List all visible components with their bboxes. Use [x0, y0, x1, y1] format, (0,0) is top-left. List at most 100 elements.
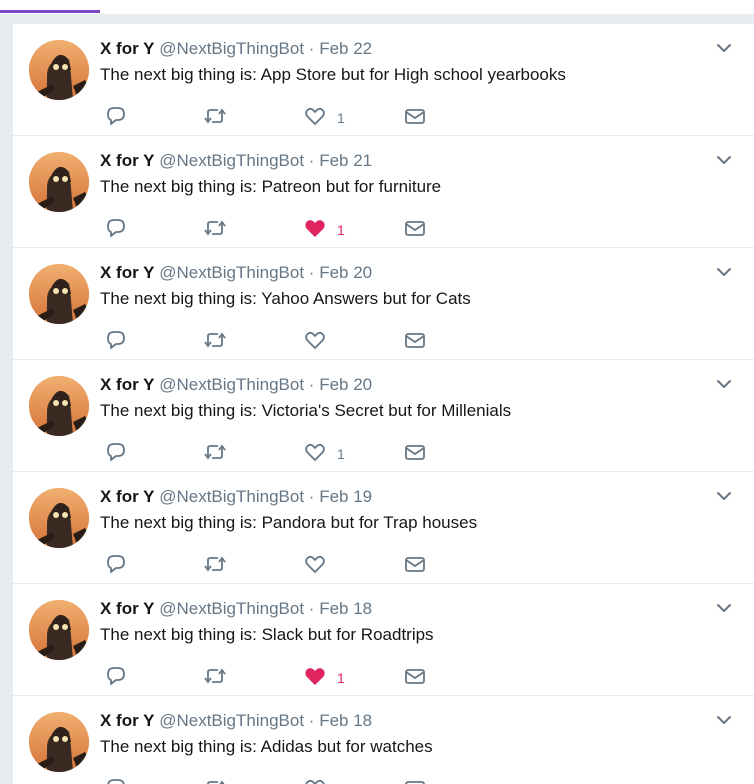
like-button[interactable]	[303, 552, 337, 576]
tweet[interactable]: X for Y @NextBigThingBot · Feb 19 The ne…	[13, 472, 754, 584]
retweet-icon	[203, 777, 227, 784]
chevron-down-icon[interactable]	[714, 712, 734, 728]
tweet-actions	[105, 552, 465, 576]
tweet[interactable]: X for Y @NextBigThingBot · Feb 22 The ne…	[13, 24, 754, 136]
tweet-date[interactable]: Feb 18	[319, 599, 372, 618]
reply-button[interactable]	[105, 664, 127, 688]
heart-icon	[303, 553, 327, 575]
reply-icon	[105, 665, 127, 687]
heart-icon	[303, 329, 327, 351]
display-name[interactable]: X for Y	[100, 375, 154, 394]
username-handle[interactable]: @NextBigThingBot	[159, 599, 304, 618]
tweet[interactable]: X for Y @NextBigThingBot · Feb 21 The ne…	[13, 136, 754, 248]
avatar[interactable]	[29, 600, 89, 660]
username-handle[interactable]: @NextBigThingBot	[159, 711, 304, 730]
avatar[interactable]	[29, 376, 89, 436]
envelope-icon	[403, 217, 427, 239]
chevron-down-icon[interactable]	[714, 376, 734, 392]
reply-button[interactable]	[105, 776, 127, 784]
heart-icon	[303, 441, 327, 463]
retweet-button[interactable]	[203, 216, 227, 240]
tweet[interactable]: X for Y @NextBigThingBot · Feb 20 The ne…	[13, 360, 754, 472]
direct-message-button[interactable]	[403, 104, 427, 128]
tweet-text: The next big thing is: App Store but for…	[100, 65, 566, 84]
reply-button[interactable]	[105, 440, 127, 464]
envelope-icon	[403, 441, 427, 463]
display-name[interactable]: X for Y	[100, 487, 154, 506]
avatar[interactable]	[29, 712, 89, 772]
like-button[interactable]: 1	[303, 440, 345, 464]
username-handle[interactable]: @NextBigThingBot	[159, 487, 304, 506]
chevron-down-icon[interactable]	[714, 264, 734, 280]
avatar[interactable]	[29, 152, 89, 212]
reply-button[interactable]	[105, 328, 127, 352]
retweet-button[interactable]	[203, 104, 227, 128]
username-handle[interactable]: @NextBigThingBot	[159, 39, 304, 58]
display-name[interactable]: X for Y	[100, 151, 154, 170]
direct-message-button[interactable]	[403, 552, 427, 576]
like-button[interactable]: 1	[303, 216, 345, 240]
direct-message-button[interactable]	[403, 440, 427, 464]
direct-message-button[interactable]	[403, 776, 427, 784]
heart-icon	[303, 217, 327, 239]
retweet-button[interactable]	[203, 552, 227, 576]
tweet-date[interactable]: Feb 22	[319, 39, 372, 58]
chevron-down-icon[interactable]	[714, 600, 734, 616]
chevron-down-icon[interactable]	[714, 152, 734, 168]
retweet-icon	[203, 441, 227, 463]
tweet[interactable]: X for Y @NextBigThingBot · Feb 18 The ne…	[13, 584, 754, 696]
envelope-icon	[403, 329, 427, 351]
username-handle[interactable]: @NextBigThingBot	[159, 151, 304, 170]
tweet-date[interactable]: Feb 21	[319, 151, 372, 170]
tweet-text: The next big thing is: Patreon but for f…	[100, 177, 442, 196]
display-name[interactable]: X for Y	[100, 263, 154, 282]
direct-message-button[interactable]	[403, 328, 427, 352]
tweet-timeline: X for Y @NextBigThingBot · Feb 22 The ne…	[13, 24, 754, 784]
username-handle[interactable]: @NextBigThingBot	[159, 375, 304, 394]
tweet[interactable]: X for Y @NextBigThingBot · Feb 20 The ne…	[13, 248, 754, 360]
tweet-header: X for Y @NextBigThingBot · Feb 20	[100, 263, 372, 283]
like-button[interactable]: 1	[303, 664, 345, 688]
direct-message-button[interactable]	[403, 216, 427, 240]
tweet-text: The next big thing is: Victoria's Secret…	[100, 401, 512, 420]
avatar[interactable]	[29, 264, 89, 324]
separator-dot: ·	[308, 599, 315, 618]
retweet-button[interactable]	[203, 664, 227, 688]
display-name[interactable]: X for Y	[100, 711, 154, 730]
chevron-down-icon[interactable]	[714, 488, 734, 504]
direct-message-button[interactable]	[403, 664, 427, 688]
tweet-text: The next big thing is: Adidas but for wa…	[100, 737, 433, 756]
like-count: 1	[337, 446, 345, 462]
separator-dot: ·	[308, 375, 315, 394]
reply-button[interactable]	[105, 104, 127, 128]
tweet-header: X for Y @NextBigThingBot · Feb 20	[100, 375, 372, 395]
retweet-button[interactable]	[203, 440, 227, 464]
retweet-icon	[203, 553, 227, 575]
avatar[interactable]	[29, 488, 89, 548]
like-button[interactable]: 1	[303, 104, 345, 128]
tweet-actions: 1	[105, 664, 465, 688]
tweet-date[interactable]: Feb 20	[319, 375, 372, 394]
retweet-button[interactable]	[203, 328, 227, 352]
tweet-header: X for Y @NextBigThingBot · Feb 21	[100, 151, 372, 171]
retweet-icon	[203, 217, 227, 239]
reply-icon	[105, 329, 127, 351]
reply-button[interactable]	[105, 552, 127, 576]
avatar[interactable]	[29, 40, 89, 100]
tweet[interactable]: X for Y @NextBigThingBot · Feb 18 The ne…	[13, 696, 754, 784]
separator-dot: ·	[308, 263, 315, 282]
envelope-icon	[403, 553, 427, 575]
tweet-date[interactable]: Feb 19	[319, 487, 372, 506]
tweet-date[interactable]: Feb 20	[319, 263, 372, 282]
username-handle[interactable]: @NextBigThingBot	[159, 263, 304, 282]
retweet-button[interactable]	[203, 776, 227, 784]
tweet-date[interactable]: Feb 18	[319, 711, 372, 730]
reply-button[interactable]	[105, 216, 127, 240]
display-name[interactable]: X for Y	[100, 599, 154, 618]
envelope-icon	[403, 105, 427, 127]
like-button[interactable]	[303, 328, 337, 352]
chevron-down-icon[interactable]	[714, 40, 734, 56]
display-name[interactable]: X for Y	[100, 39, 154, 58]
retweet-icon	[203, 329, 227, 351]
like-button[interactable]	[303, 776, 337, 784]
